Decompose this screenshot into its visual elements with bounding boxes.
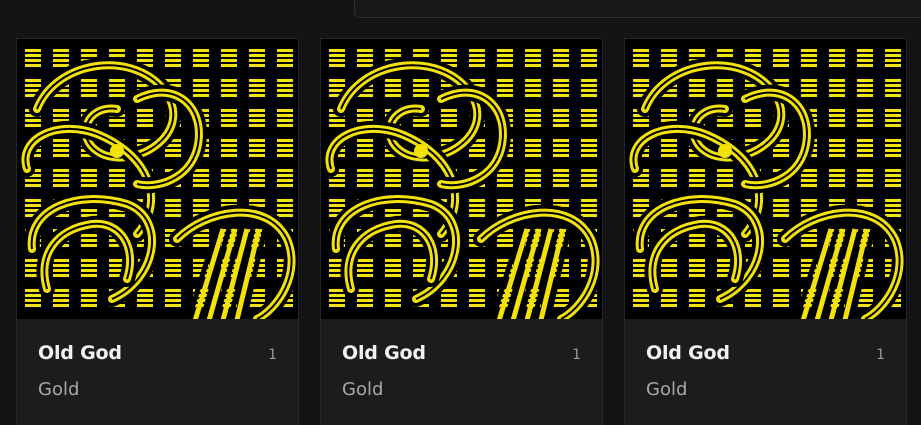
track-count: 1 (572, 347, 581, 363)
release-card[interactable]: Old God 1 Gold (16, 38, 299, 425)
album-artwork[interactable] (321, 39, 602, 319)
release-artist[interactable]: Gold (38, 379, 79, 400)
release-title[interactable]: Old God (38, 342, 122, 364)
release-artist[interactable]: Gold (646, 379, 687, 400)
search-panel[interactable] (354, 0, 921, 18)
release-title[interactable]: Old God (342, 342, 426, 364)
releases-page: Old God 1 Gold Old God 1 Gold Old God 1 … (0, 0, 921, 425)
album-artwork[interactable] (625, 39, 906, 319)
release-card[interactable]: Old God 1 Gold (624, 38, 907, 425)
release-title[interactable]: Old God (646, 342, 730, 364)
album-artwork[interactable] (17, 39, 298, 319)
release-card[interactable]: Old God 1 Gold (320, 38, 603, 425)
track-count: 1 (876, 347, 885, 363)
track-count: 1 (268, 347, 277, 363)
release-artist[interactable]: Gold (342, 379, 383, 400)
